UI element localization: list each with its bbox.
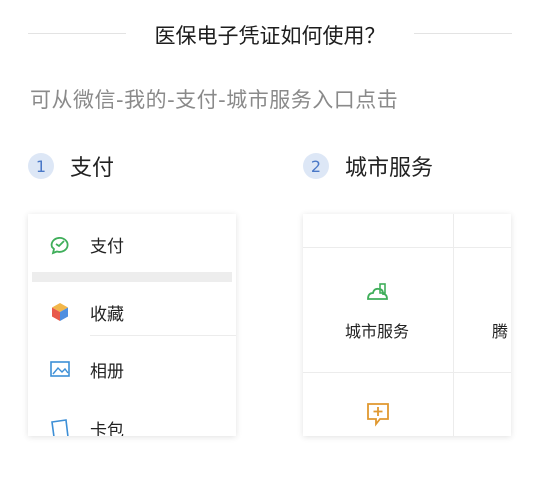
grid-cell-partial[interactable]: 腾 [454, 248, 511, 372]
header: 医保电子凭证如何使用？ [0, 18, 540, 48]
favorites-cube-icon [48, 300, 72, 324]
step-label: 城市服务 [345, 156, 434, 181]
card-wallet-icon [48, 416, 72, 436]
step-2: 2 城市服务 [303, 150, 433, 182]
section-separator [32, 272, 232, 282]
grid-cell-label: 腾 [492, 322, 509, 341]
menu-item-payment[interactable]: 支付 [28, 220, 236, 268]
menu-item-favorites[interactable]: 收藏 [28, 288, 236, 336]
grid-cell-medical[interactable] [303, 373, 453, 436]
medical-message-icon [365, 401, 391, 427]
city-services-grid-card: 城市服务 腾 [303, 214, 511, 436]
page-title: 医保电子凭证如何使用？ [154, 24, 386, 48]
grid-cell-city-service[interactable]: 城市服务 [303, 248, 453, 372]
step-number: 2 [303, 153, 329, 179]
album-image-icon [48, 357, 72, 381]
payment-icon [48, 232, 72, 256]
menu-item-label: 相册 [90, 361, 124, 382]
menu-item-card-wallet[interactable]: 卡包 [28, 404, 236, 436]
header-right-divider [414, 33, 512, 34]
step-label: 支付 [70, 156, 115, 181]
instruction-text: 可从微信-我的-支付-城市服务入口点击 [30, 88, 399, 112]
header-left-divider [28, 33, 126, 34]
menu-item-label: 支付 [90, 236, 124, 257]
menu-item-album[interactable]: 相册 [28, 345, 236, 393]
menu-item-label: 收藏 [90, 304, 124, 325]
step-number: 1 [28, 153, 54, 179]
city-service-icon [365, 278, 391, 304]
wechat-me-menu-card: 支付 收藏 相册 卡包 [28, 214, 236, 436]
step-1: 1 支付 [28, 150, 114, 182]
menu-item-label: 卡包 [90, 420, 124, 437]
grid-cell-label: 城市服务 [345, 322, 410, 341]
